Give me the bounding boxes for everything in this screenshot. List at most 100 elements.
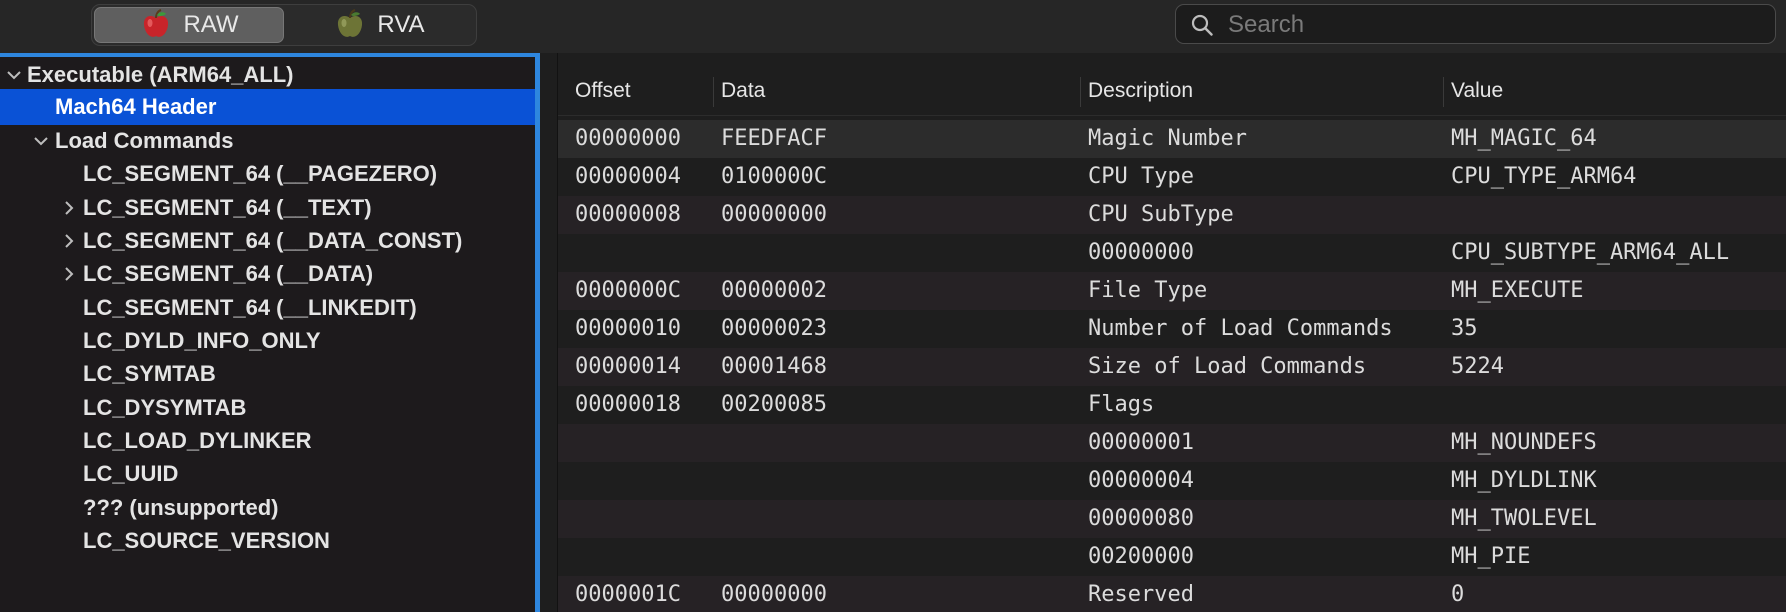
cell-value: MH_NOUNDEFS	[1451, 430, 1597, 455]
cell-offset: 00000008	[575, 202, 681, 227]
table-row[interactable]: 00200000 MH_PIE	[558, 538, 1786, 576]
cell-offset: 0000000C	[575, 278, 681, 303]
cell-description: 00000000	[1088, 240, 1194, 265]
cell-value: MH_MAGIC_64	[1451, 126, 1597, 151]
detail-table[interactable]: Offset Data Description Value 00000000 F…	[558, 53, 1786, 612]
cell-value: 35	[1451, 316, 1478, 341]
search-field[interactable]	[1175, 4, 1776, 44]
tree-item-label: ??? (unsupported)	[83, 495, 279, 520]
column-divider[interactable]	[1080, 77, 1081, 107]
tree-item-label: LC_DYSYMTAB	[83, 395, 247, 420]
raw-mode-label: RAW	[183, 11, 239, 38]
address-mode-segmented-control: RAW RVA	[91, 4, 477, 46]
table-header: Offset Data Description Value	[558, 67, 1786, 116]
table-row[interactable]: 00000004 0100000C CPU Type CPU_TYPE_ARM6…	[558, 158, 1786, 196]
cell-data: 00000023	[721, 316, 827, 341]
table-row[interactable]: 0000000C 00000002 File Type MH_EXECUTE	[558, 272, 1786, 310]
column-divider[interactable]	[713, 77, 714, 107]
search-icon	[1191, 14, 1213, 36]
tree-item-label: LC_LOAD_DYLINKER	[83, 428, 312, 453]
cell-offset: 0000001C	[575, 582, 681, 607]
tree-item-load-dylinker[interactable]: LC_LOAD_DYLINKER	[0, 423, 535, 459]
cell-value: 0	[1451, 582, 1465, 607]
cell-description: 00000080	[1088, 506, 1194, 531]
tree-item-mach64-header[interactable]: Mach64 Header	[0, 89, 535, 125]
red-apple-icon	[144, 9, 169, 37]
cell-offset: 00000000	[575, 126, 681, 151]
rva-mode-label: RVA	[377, 11, 425, 38]
tree-item-uuid[interactable]: LC_UUID	[0, 456, 535, 492]
tree-item-label: LC_SEGMENT_64 (__DATA_CONST)	[83, 228, 463, 253]
cell-value: CPU_TYPE_ARM64	[1451, 164, 1637, 189]
tree-item-label: LC_SYMTAB	[83, 361, 216, 386]
tree-item-segment-data[interactable]: LC_SEGMENT_64 (__DATA)	[0, 256, 535, 292]
cell-data: 00200085	[721, 392, 827, 417]
tree-item-segment-pagezero[interactable]: LC_SEGMENT_64 (__PAGEZERO)	[0, 156, 535, 192]
tree-item-dyld-info-only[interactable]: LC_DYLD_INFO_ONLY	[0, 323, 535, 359]
table-row[interactable]: 00000001 MH_NOUNDEFS	[558, 424, 1786, 462]
cell-data: 00001468	[721, 354, 827, 379]
cell-data: 00000000	[721, 582, 827, 607]
tree-item-label: LC_SEGMENT_64 (__LINKEDIT)	[83, 295, 417, 320]
cell-description: Size of Load Commands	[1088, 354, 1367, 379]
tree-item-label: LC_UUID	[83, 461, 179, 486]
column-header-offset[interactable]: Offset	[575, 67, 631, 115]
cell-description: Flags	[1088, 392, 1155, 417]
tree-item-label: Mach64 Header	[55, 94, 217, 119]
tree-item-segment-linkedit[interactable]: LC_SEGMENT_64 (__LINKEDIT)	[0, 290, 535, 326]
chevron-down-icon[interactable]	[32, 132, 50, 150]
cell-offset: 00000014	[575, 354, 681, 379]
raw-mode-button[interactable]: RAW	[94, 7, 284, 43]
cell-value: MH_TWOLEVEL	[1451, 506, 1597, 531]
cell-description: 00200000	[1088, 544, 1194, 569]
cell-value: MH_DYLDLINK	[1451, 468, 1597, 493]
chevron-right-icon[interactable]	[60, 265, 78, 283]
tree-item-label: LC_SOURCE_VERSION	[83, 528, 330, 553]
table-row[interactable]: 00000010 00000023 Number of Load Command…	[558, 310, 1786, 348]
tree-item-segment-data-const[interactable]: LC_SEGMENT_64 (__DATA_CONST)	[0, 223, 535, 259]
table-row[interactable]: 00000008 00000000 CPU SubType	[558, 196, 1786, 234]
column-header-description[interactable]: Description	[1088, 67, 1193, 115]
cell-data: 00000000	[721, 202, 827, 227]
cell-offset: 00000004	[575, 164, 681, 189]
tree-item-source-version[interactable]: LC_SOURCE_VERSION	[0, 523, 535, 559]
cell-value: MH_PIE	[1451, 544, 1531, 569]
search-input[interactable]	[1226, 10, 1760, 40]
tree-item-label: LC_SEGMENT_64 (__DATA)	[83, 261, 374, 286]
cell-description: 00000004	[1088, 468, 1194, 493]
cell-description: CPU Type	[1088, 164, 1194, 189]
column-header-value[interactable]: Value	[1451, 67, 1503, 115]
table-row[interactable]: 0000001C 00000000 Reserved 0	[558, 576, 1786, 612]
rva-mode-button[interactable]: RVA	[284, 7, 474, 43]
cell-data: 00000002	[721, 278, 827, 303]
table-row[interactable]: 00000018 00200085 Flags	[558, 386, 1786, 424]
table-row[interactable]: 00000014 00001468 Size of Load Commands …	[558, 348, 1786, 386]
cell-data: FEEDFACF	[721, 126, 827, 151]
cell-description: File Type	[1088, 278, 1208, 303]
cell-description: Magic Number	[1088, 126, 1247, 151]
tree-item-symtab[interactable]: LC_SYMTAB	[0, 356, 535, 392]
tree-item-segment-text[interactable]: LC_SEGMENT_64 (__TEXT)	[0, 190, 535, 226]
column-header-data[interactable]: Data	[721, 67, 765, 115]
tree-item-dysymtab[interactable]: LC_DYSYMTAB	[0, 390, 535, 426]
tree-item-unsupported[interactable]: ??? (unsupported)	[0, 490, 535, 526]
table-row[interactable]: 00000000 CPU_SUBTYPE_ARM64_ALL	[558, 234, 1786, 272]
cell-value: CPU_SUBTYPE_ARM64_ALL	[1451, 240, 1730, 265]
chevron-right-icon[interactable]	[60, 232, 78, 250]
toolbar: RAW RVA	[0, 0, 1786, 54]
chevron-down-icon[interactable]	[5, 66, 23, 84]
cell-value: 5224	[1451, 354, 1504, 379]
cell-description: 00000001	[1088, 430, 1194, 455]
tree-item-executable[interactable]: Executable (ARM64_ALL)	[0, 57, 535, 93]
column-divider[interactable]	[1443, 77, 1444, 107]
table-row[interactable]: 00000004 MH_DYLDLINK	[558, 462, 1786, 500]
tree-item-label: LC_SEGMENT_64 (__TEXT)	[83, 195, 372, 220]
chevron-right-icon[interactable]	[60, 199, 78, 217]
tree-item-label: Load Commands	[55, 128, 234, 153]
tree-item-label: LC_SEGMENT_64 (__PAGEZERO)	[83, 161, 438, 186]
table-row[interactable]: 00000000 FEEDFACF Magic Number MH_MAGIC_…	[558, 120, 1786, 158]
tree-item-load-commands[interactable]: Load Commands	[0, 123, 535, 159]
split-view-divider[interactable]	[540, 53, 558, 612]
sidebar-tree[interactable]: Executable (ARM64_ALL) Mach64 Header Loa…	[0, 53, 540, 612]
table-row[interactable]: 00000080 MH_TWOLEVEL	[558, 500, 1786, 538]
